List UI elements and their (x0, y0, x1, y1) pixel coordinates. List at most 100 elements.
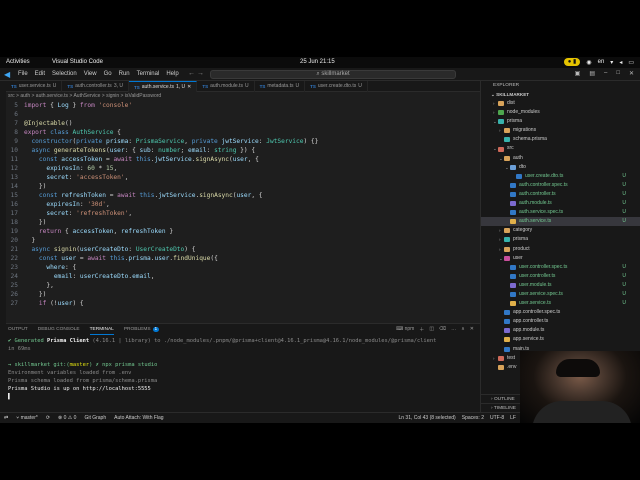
status-left: ⇄ ⑂ master* ⟳ ⊗ 0 ⚠ 0 Git Graph Auto Att… (4, 413, 164, 423)
terminal-text: Prisma schema loaded from prisma/schema.… (8, 378, 158, 384)
close-panel-icon[interactable]: ✕ (470, 326, 474, 333)
cursor-position[interactable]: Ln 31, Col 43 (8 selected) (398, 413, 455, 423)
trash-icon[interactable]: ⌫ (439, 326, 446, 333)
encoding[interactable]: UTF-8 (490, 413, 504, 423)
clock[interactable]: 25 Jun 21:15 (300, 59, 335, 65)
menu-run[interactable]: Run (119, 71, 130, 77)
code-line: 6 (6, 110, 480, 119)
tree-file[interactable]: auth.module.ts U (481, 199, 640, 208)
file-icon (510, 301, 516, 307)
layout-icon[interactable]: ▣ (575, 70, 581, 77)
tree-folder[interactable]: › migrations (481, 126, 640, 135)
menu-view[interactable]: View (84, 71, 97, 77)
line-number: 25 (10, 282, 18, 289)
tree-file[interactable]: app.controller.spec.ts (481, 308, 640, 317)
line-number: 5 (14, 102, 18, 109)
command-center-search[interactable]: ⌕ skillmarket (210, 70, 456, 79)
tree-item-label: prisma (507, 118, 523, 125)
tree-file[interactable]: auth.service.spec.ts U (481, 208, 640, 217)
tree-folder[interactable]: ⌄ src (481, 144, 640, 153)
menu-file[interactable]: File (18, 71, 28, 77)
tab-output[interactable]: OUTPUT (8, 324, 28, 335)
tree-file[interactable]: user.controller.spec.ts U (481, 263, 640, 272)
tab-auth-module[interactable]: TS auth.module.ts U (197, 81, 255, 92)
panel-toggle-icon[interactable]: ▤ (589, 70, 595, 77)
tree-folder[interactable]: ⌄ prisma (481, 117, 640, 126)
indentation[interactable]: Spaces: 2 (462, 413, 484, 423)
tree-file[interactable]: auth.controller.spec.ts U (481, 181, 640, 190)
menu-terminal[interactable]: Terminal (137, 71, 160, 77)
auto-attach-button[interactable]: Auto Attach: With Flag (114, 413, 163, 423)
tree-file[interactable]: user.service.ts U (481, 299, 640, 308)
more-icon[interactable]: … (451, 326, 456, 333)
tree-folder[interactable]: ⌄ dto (481, 163, 640, 172)
tab-problems[interactable]: PROBLEMS 1 (124, 324, 160, 335)
app-menu[interactable]: Visual Studio Code (52, 59, 103, 65)
workspace-name: skillmarket (321, 71, 350, 77)
tree-item-label: migrations (513, 127, 537, 134)
tree-file[interactable]: app.service.ts (481, 335, 640, 344)
tree-folder[interactable]: ⌄ auth (481, 154, 640, 163)
branch-indicator[interactable]: ⑂ master* (16, 413, 38, 423)
activities-button[interactable]: Activities (6, 59, 30, 65)
tree-folder[interactable]: › product (481, 245, 640, 254)
line-number: 10 (10, 147, 18, 154)
terminal-line: ✔ Generated Prisma Client (4.16.1 | libr… (8, 337, 478, 345)
close-button[interactable]: ✕ (629, 70, 634, 77)
breadcrumb[interactable]: src > auth > auth.service.ts > AuthServi… (6, 92, 480, 101)
tree-folder[interactable]: › category (481, 226, 640, 235)
tree-folder[interactable]: › dist (481, 99, 640, 108)
eol[interactable]: LF (510, 413, 516, 423)
branch-name: master* (20, 415, 38, 421)
git-graph-button[interactable]: Git Graph (84, 413, 106, 423)
maximize-panel-icon[interactable]: ∧ (461, 326, 465, 333)
workspace-root[interactable]: ⌄ SKILLMARKET (481, 91, 640, 99)
tab-user-create-dto[interactable]: TS user.create.dto.ts U (305, 81, 368, 92)
sync-icon[interactable]: ⟳ (46, 413, 50, 423)
battery-icon[interactable]: ▭ (628, 59, 634, 66)
tree-file[interactable]: auth.service.ts U (481, 217, 640, 227)
minimize-button[interactable]: – (604, 70, 607, 77)
code-line: 18 }) (6, 218, 480, 227)
tree-file[interactable]: app.module.ts (481, 326, 640, 335)
network-icon[interactable]: ▾ (610, 59, 613, 66)
terminal-branch: master (69, 362, 90, 368)
language-indicator[interactable]: en (598, 59, 605, 65)
tab-auth-service[interactable]: TS auth.service.ts 1, U ✕ (128, 81, 198, 93)
volume-icon[interactable]: ◂ (619, 59, 622, 66)
tab-auth-controller[interactable]: TS auth.controller.ts 3, U (62, 81, 129, 92)
recording-indicator-icon[interactable]: ● ▮ (563, 58, 581, 66)
menu-edit[interactable]: Edit (35, 71, 45, 77)
split-terminal-icon[interactable]: ◫ (429, 326, 434, 333)
tree-file[interactable]: auth.controller.ts U (481, 190, 640, 199)
new-terminal-icon[interactable]: ＋ (419, 326, 424, 333)
tree-file[interactable]: user.service.spec.ts U (481, 290, 640, 299)
webcam-person-shirt (532, 401, 632, 423)
tab-user-service[interactable]: TS user.service.ts U (6, 81, 63, 92)
bell-icon[interactable]: ◉ (586, 59, 591, 66)
tree-folder[interactable]: › prisma (481, 235, 640, 244)
menu-help[interactable]: Help (166, 71, 178, 77)
nav-arrows-icon[interactable]: ← → (188, 70, 204, 77)
tab-debug-console[interactable]: DEBUG CONSOLE (38, 324, 80, 335)
terminal-output[interactable]: ✔ Generated Prisma Client (4.16.1 | libr… (6, 335, 480, 401)
code-editor[interactable]: 5 import { Log } from 'console' 6 7 @Injec… (6, 101, 480, 323)
errors-indicator[interactable]: ⊗ 0 ⚠ 0 (58, 413, 76, 423)
tree-folder[interactable]: › node_modules (481, 108, 640, 117)
folder-icon (504, 237, 510, 243)
menu-go[interactable]: Go (104, 71, 112, 77)
tree-file[interactable]: app.controller.ts (481, 317, 640, 326)
tree-item-label: app.service.ts (513, 336, 544, 343)
tab-terminal[interactable]: TERMINAL (89, 324, 114, 335)
tree-file[interactable]: schema.prisma (481, 135, 640, 144)
tree-file[interactable]: user.module.ts U (481, 281, 640, 290)
terminal-shell-label[interactable]: ⌨ npm (396, 326, 414, 333)
tree-file[interactable]: user.create.dto.ts U (481, 172, 640, 181)
close-tab-icon[interactable]: ✕ (187, 82, 191, 93)
maximize-button[interactable]: □ (616, 70, 620, 77)
tree-folder[interactable]: ⌄ user (481, 254, 640, 263)
tab-metadata[interactable]: TS metadata.ts U (255, 81, 306, 92)
tree-file[interactable]: user.controller.ts U (481, 272, 640, 281)
menu-selection[interactable]: Selection (52, 71, 77, 77)
remote-icon[interactable]: ⇄ (4, 413, 8, 423)
